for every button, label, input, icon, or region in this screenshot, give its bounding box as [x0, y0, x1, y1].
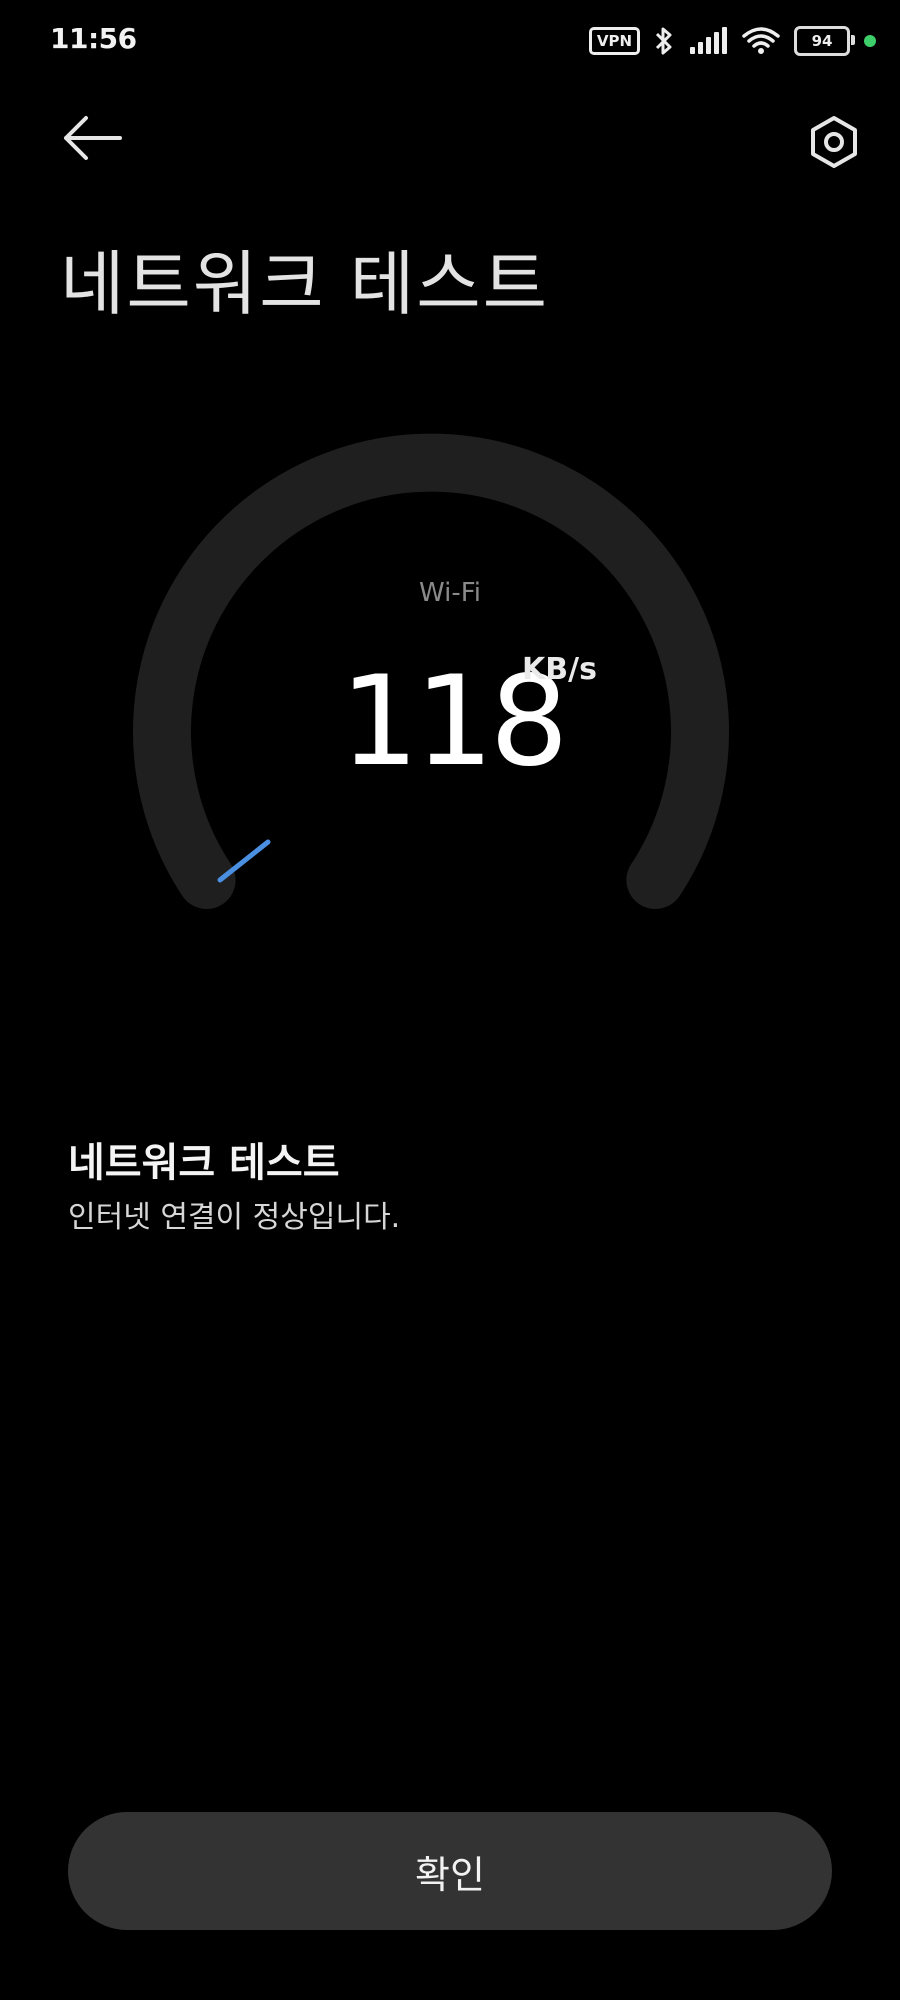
- wifi-icon: [742, 27, 780, 54]
- vpn-icon: VPN: [588, 27, 640, 55]
- confirm-button[interactable]: 확인: [68, 1812, 832, 1930]
- status-icons: VPN 94: [588, 24, 876, 58]
- settings-button[interactable]: [806, 114, 862, 170]
- status-time: 11:56: [50, 22, 137, 55]
- status-bar: 11:56 VPN 94: [0, 0, 900, 80]
- speed-unit: KB/s: [522, 652, 597, 687]
- back-button[interactable]: [62, 112, 126, 164]
- result-title: 네트워크 테스트: [68, 1140, 340, 1186]
- settings-hexagon-icon: [811, 116, 857, 168]
- speed-gauge: Wi-Fi 118 KB/s: [0, 380, 900, 940]
- battery-icon: 94: [794, 26, 855, 56]
- page-title: 네트워크 테스트: [60, 243, 550, 325]
- battery-level: 94: [811, 32, 833, 50]
- bluetooth-icon: [655, 27, 672, 55]
- back-arrow-icon: [64, 116, 122, 160]
- signal-icon: [690, 27, 727, 54]
- result-description: 인터넷 연결이 정상입니다.: [68, 1200, 401, 1235]
- status-dot: [864, 35, 876, 47]
- network-type-label: Wi-Fi: [418, 578, 482, 608]
